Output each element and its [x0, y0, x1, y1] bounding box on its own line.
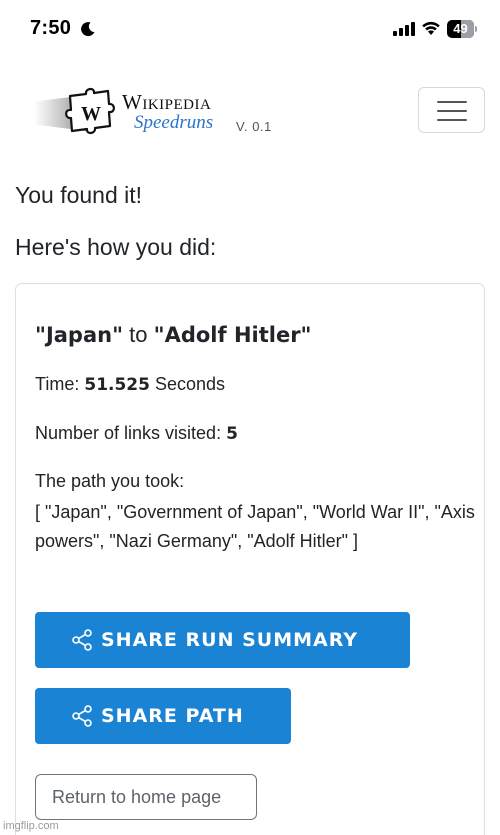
return-home-label: Return to home page [52, 787, 222, 807]
time-unit: Seconds [154, 374, 226, 394]
share-icon [72, 629, 92, 651]
path-label: The path you took: [35, 471, 185, 491]
hamburger-menu-button[interactable] [418, 87, 485, 133]
path-list: [ "Japan", "Government of Japan", "World… [35, 502, 475, 551]
moon-icon [81, 22, 95, 37]
time-line: Time: 51.525 Seconds [35, 374, 225, 395]
share-path-label: SHARE PATH [101, 705, 244, 727]
signal-icon [393, 22, 415, 36]
battery-level: 49 [453, 21, 468, 36]
result-card [15, 283, 485, 835]
time-label: Time: [35, 374, 80, 394]
end-article: "Adolf Hitler" [153, 323, 312, 347]
hamburger-icon [437, 101, 467, 103]
brand-subtitle: Speedruns [134, 112, 214, 133]
share-icon [72, 705, 92, 727]
wikipedia-puzzle-logo-icon: W [65, 87, 115, 135]
route-connector: to [129, 322, 148, 347]
share-run-summary-button[interactable]: SHARE RUN SUMMARY [35, 612, 410, 668]
return-home-button[interactable]: Return to home page [35, 774, 257, 820]
route-summary: "Japan" to "Adolf Hitler" [35, 322, 312, 348]
share-run-summary-label: SHARE RUN SUMMARY [101, 629, 359, 651]
app-version: V. 0.1 [236, 119, 272, 134]
result-heading: You found it! [15, 182, 143, 208]
result-subheading: Here's how you did: [15, 234, 217, 260]
start-article: "Japan" [35, 323, 124, 347]
status-bar: 7:50 49 [0, 0, 500, 60]
share-path-button[interactable]: SHARE PATH [35, 688, 291, 744]
links-line: Number of links visited: 5 [35, 423, 238, 444]
wifi-icon [422, 21, 440, 35]
battery-indicator: 49 [447, 20, 477, 38]
time-value: 51.525 [84, 375, 150, 395]
svg-text:W: W [81, 103, 101, 125]
status-time: 7:50 [30, 17, 72, 39]
links-value: 5 [226, 424, 238, 444]
watermark: imgflip.com [3, 820, 59, 832]
links-label: Number of links visited: [35, 423, 222, 443]
